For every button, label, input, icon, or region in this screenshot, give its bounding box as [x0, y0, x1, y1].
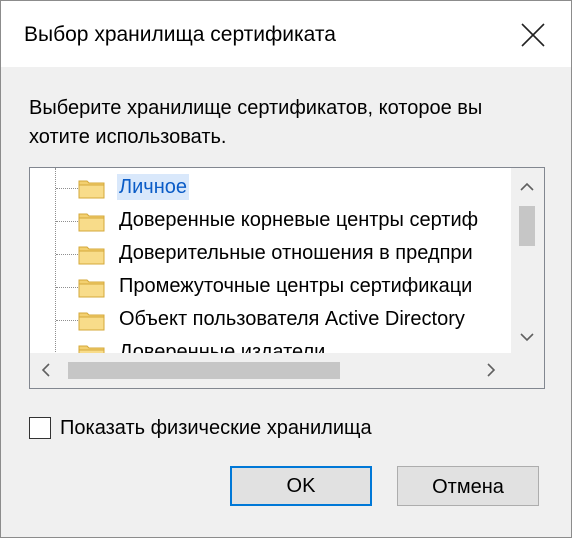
vertical-scroll-thumb[interactable]: [519, 206, 535, 246]
title-bar: Выбор хранилища сертификата: [1, 1, 571, 67]
store-tree-item[interactable]: Доверительные отношения в предпри: [30, 238, 510, 271]
store-tree-list[interactable]: Личное Доверенные корневые центры сертиф Д…: [29, 167, 545, 389]
tree-area: Личное Доверенные корневые центры сертиф Д…: [30, 168, 510, 353]
folder-icon: [78, 345, 105, 353]
folder-icon: [78, 246, 105, 265]
horizontal-scrollbar[interactable]: [30, 353, 511, 388]
folder-icon: [78, 279, 105, 298]
horizontal-scroll-thumb[interactable]: [68, 362, 340, 379]
store-tree-item[interactable]: Доверенные издатели: [30, 337, 510, 353]
store-tree-item-label[interactable]: Промежуточные центры сертификаци: [117, 273, 474, 299]
store-tree-item-label[interactable]: Доверенные издатели: [117, 339, 327, 353]
store-tree-item[interactable]: Промежуточные центры сертификаци: [30, 271, 510, 304]
cancel-button[interactable]: Отмена: [397, 466, 539, 506]
dialog-prompt: Выберите хранилище сертификатов, которое…: [29, 97, 483, 148]
ok-button[interactable]: OK: [230, 466, 372, 506]
store-tree-item[interactable]: Доверенные корневые центры сертиф: [30, 205, 510, 238]
dialog-title: Выбор хранилища сертификата: [24, 23, 336, 46]
tree-connector: [56, 254, 78, 255]
vertical-scrollbar[interactable]: [511, 168, 544, 353]
close-icon: [521, 23, 545, 47]
show-physical-stores-label[interactable]: Показать физические хранилища: [60, 415, 372, 441]
store-tree-item-label[interactable]: Объект пользователя Active Directory: [117, 306, 467, 332]
store-tree-item-label[interactable]: Доверительные отношения в предпри: [117, 240, 475, 266]
close-button[interactable]: [511, 15, 555, 55]
certificate-store-dialog: Выбор хранилища сертификата Выберите хра…: [0, 0, 572, 538]
tree-connector: [56, 188, 78, 189]
scroll-down-arrow-icon[interactable]: [519, 330, 535, 346]
scroll-right-arrow-icon[interactable]: [485, 362, 497, 381]
store-tree-item[interactable]: Личное: [30, 172, 510, 205]
scroll-up-arrow-icon[interactable]: [519, 180, 535, 196]
folder-icon: [78, 312, 105, 331]
scroll-left-arrow-icon[interactable]: [40, 362, 52, 381]
folder-icon: [78, 213, 105, 232]
folder-icon: [78, 180, 105, 199]
store-tree-item-label[interactable]: Личное: [117, 174, 190, 200]
store-tree-item-label[interactable]: Доверенные корневые центры сертиф: [117, 207, 480, 233]
tree-connector: [56, 320, 78, 321]
scrollbar-corner: [511, 353, 544, 388]
store-tree-item[interactable]: Объект пользователя Active Directory: [30, 304, 510, 337]
tree-connector: [56, 221, 78, 222]
show-physical-stores-checkbox[interactable]: [29, 417, 51, 439]
tree-connector: [56, 287, 78, 288]
